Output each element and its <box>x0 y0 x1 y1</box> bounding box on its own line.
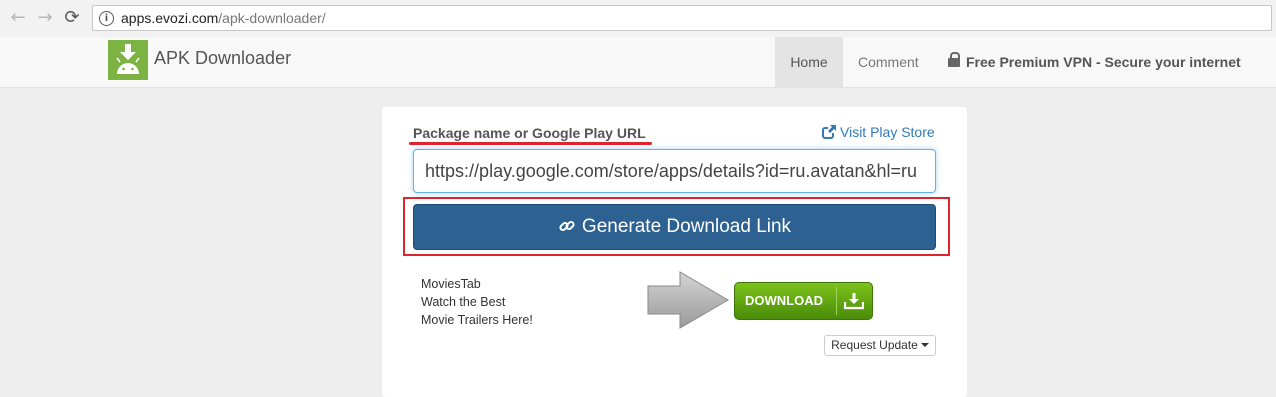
info-icon[interactable]: i <box>99 11 114 26</box>
nav-comment[interactable]: Comment <box>858 37 919 87</box>
address-url[interactable]: apps.evozi.com/apk-downloader/ <box>121 10 326 26</box>
ad-line-1: MoviesTab <box>421 277 481 291</box>
lock-icon <box>948 52 960 67</box>
ad-download-label: DOWNLOAD <box>745 293 823 308</box>
android-download-icon[interactable] <box>108 40 148 80</box>
download-tray-icon <box>844 293 864 310</box>
label-underline-annotation <box>409 142 652 145</box>
ad-line-3: Movie Trailers Here! <box>421 313 533 327</box>
ad-text-block[interactable]: MoviesTab Watch the Best Movie Trailers … <box>421 275 533 329</box>
browser-toolbar: ← → ⟳ i apps.evozi.com/apk-downloader/ <box>0 0 1276 38</box>
reload-icon[interactable]: ⟳ <box>62 8 82 28</box>
request-update-label: Request Update <box>831 338 918 352</box>
ad-line-2: Watch the Best <box>421 295 506 309</box>
address-bar[interactable]: i apps.evozi.com/apk-downloader/ <box>92 5 1272 31</box>
caret-down-icon <box>920 343 929 347</box>
url-path: /apk-downloader/ <box>218 10 326 26</box>
visit-play-store-link[interactable]: Visit Play Store <box>822 124 935 140</box>
generate-button-label: Generate Download Link <box>581 216 792 237</box>
nav-vpn-label: Free Premium VPN - Secure your internet <box>966 54 1241 70</box>
back-icon[interactable]: ← <box>8 8 28 28</box>
package-url-input[interactable] <box>414 150 917 192</box>
package-label: Package name or Google Play URL <box>413 125 646 141</box>
arrow-right-icon <box>647 271 729 329</box>
visit-play-store-label: Visit Play Store <box>840 124 935 140</box>
ad-download-button[interactable]: DOWNLOAD <box>734 282 873 320</box>
external-link-icon <box>822 125 836 139</box>
generate-download-link-button[interactable]: Generate Download Link <box>413 204 936 250</box>
forward-icon[interactable]: → <box>35 8 55 28</box>
nav-vpn[interactable]: Free Premium VPN - Secure your internet <box>948 37 1241 87</box>
nav-home[interactable]: Home <box>775 37 843 87</box>
request-update-dropdown[interactable]: Request Update <box>824 335 936 356</box>
site-navbar: APK Downloader Home Comment Free Premium… <box>0 37 1276 88</box>
link-icon <box>559 220 575 232</box>
url-host: apps.evozi.com <box>121 10 219 26</box>
download-button-divider <box>836 287 837 315</box>
brand-title[interactable]: APK Downloader <box>154 48 291 69</box>
package-url-field[interactable] <box>413 149 936 193</box>
